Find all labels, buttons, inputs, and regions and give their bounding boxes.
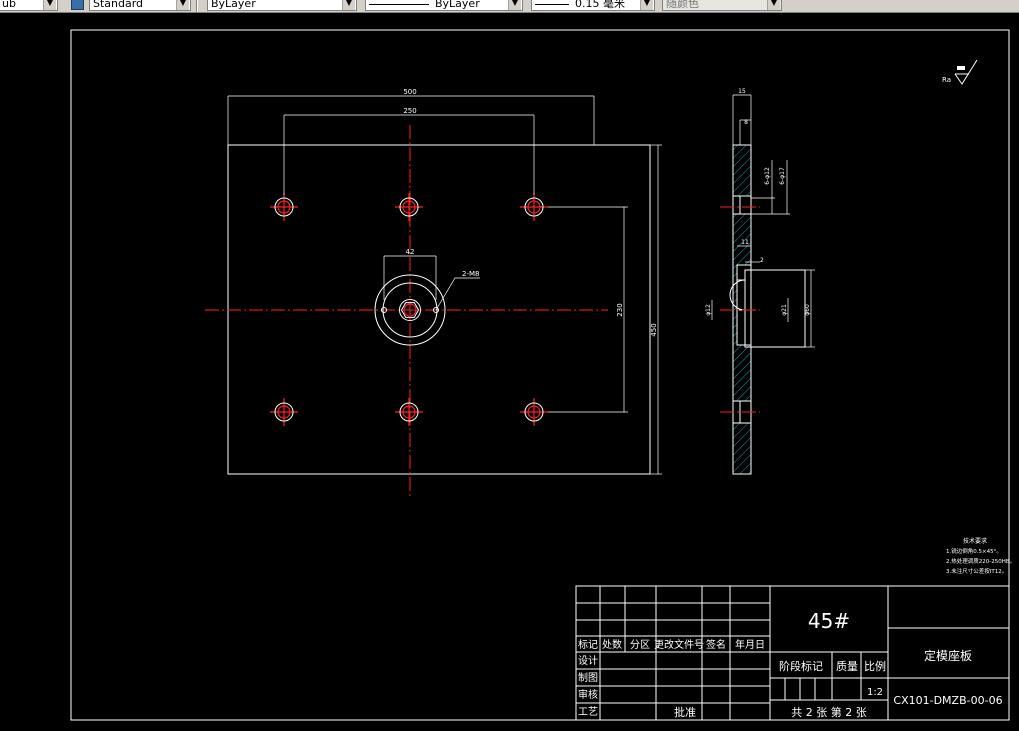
- linetype-combo[interactable]: ByLayer ▼: [365, 0, 523, 11]
- side-hub-bore: [736, 264, 752, 346]
- technical-requirements: 技术要求 1.锐边倒角0.5×45°。 2.热处理调质220-250HB。 3.…: [946, 537, 1015, 575]
- revision-header: 更改文件号: [654, 638, 704, 651]
- revision-header: 标记: [578, 639, 598, 651]
- dim-style-combo[interactable]: Standard ▼: [89, 0, 191, 11]
- chevron-down-icon[interactable]: ▼: [508, 0, 521, 10]
- text-style-value: ub: [2, 0, 16, 10]
- side-hole-top: [732, 195, 752, 215]
- dim-2-m8: 2-M8: [462, 270, 479, 278]
- approve-label: 批准: [674, 705, 696, 719]
- material-value: 45#: [808, 609, 850, 633]
- dim-d60: φ60: [804, 304, 811, 316]
- roughness-label: Ra: [942, 76, 951, 84]
- side-hub-boss: [744, 269, 806, 348]
- linetype-value: ByLayer: [435, 0, 480, 10]
- dim-d12: φ12: [705, 304, 712, 316]
- layer-color-combo[interactable]: ByLayer ▼: [207, 0, 357, 11]
- title-block: 标记 处数 分区 更改文件号 签名 年月日 设计制图审核工艺 45# 阶段标记 质量 比例…: [575, 585, 1010, 721]
- bolt-hole: [520, 398, 548, 426]
- lineweight-preview: [535, 3, 569, 5]
- dim-11: 11: [741, 239, 749, 246]
- bolt-hole: [270, 398, 298, 426]
- revision-header: 处数: [602, 638, 622, 651]
- bolt-hole: [395, 193, 423, 221]
- bolt-hole: [395, 398, 423, 426]
- dim-6-d17: 6-φ17: [779, 167, 786, 185]
- chevron-down-icon[interactable]: ▼: [640, 0, 653, 10]
- dim-6-d12: 6-φ12: [764, 167, 771, 185]
- drawing-border: [70, 29, 1010, 721]
- front-view: 500 250 42 2-M8 230 450: [205, 88, 662, 497]
- dim-15: 15: [738, 88, 746, 95]
- chevron-down-icon[interactable]: ▼: [342, 0, 355, 10]
- lineweight-value: 0.15 毫米: [575, 0, 625, 10]
- chevron-down-icon[interactable]: ▼: [43, 0, 56, 10]
- plot-style-combo[interactable]: 随颜色 ▼: [662, 0, 782, 11]
- tech-req-title: 技术要求: [963, 537, 987, 545]
- roughness-symbol: Ra: [942, 59, 978, 85]
- bolt-hole: [270, 193, 298, 221]
- tech-req-line-2: 2.热处理调质220-250HB。: [946, 557, 1015, 565]
- dim-500: 500: [403, 88, 416, 96]
- linetype-preview: [369, 3, 429, 5]
- drawing-canvas[interactable]: 500 250 42 2-M8 230 450 15 8 6-φ12 6-φ17…: [0, 13, 1019, 727]
- mass-label: 质量: [836, 660, 858, 673]
- plot-style-value: 随颜色: [666, 0, 699, 10]
- text-style-combo[interactable]: ub ▼: [0, 0, 58, 11]
- role-label: 设计: [578, 654, 598, 667]
- bolt-hole: [520, 193, 548, 221]
- dim-250: 250: [403, 107, 416, 115]
- dim-d21: φ21: [781, 304, 788, 316]
- dim-2: 2: [760, 257, 764, 264]
- chevron-down-icon[interactable]: ▼: [767, 0, 780, 10]
- sheet-count: 共 2 张 第 2 张: [791, 705, 866, 719]
- toolbar-separator: [196, 0, 198, 12]
- dim-42: 42: [406, 248, 415, 256]
- cad-drawing[interactable]: 500 250 42 2-M8 230 450 15 8 6-φ12 6-φ17…: [0, 13, 1019, 727]
- part-name: 定模座板: [924, 648, 972, 663]
- dim-8: 8: [744, 119, 748, 126]
- stage-label: 阶段标记: [779, 659, 823, 673]
- role-label: 制图: [578, 671, 598, 684]
- layer-color-value: ByLayer: [211, 0, 256, 10]
- role-label: 审核: [578, 688, 598, 701]
- role-label: 工艺: [578, 706, 598, 718]
- tech-req-line-1: 1.锐边倒角0.5×45°。: [946, 547, 1002, 555]
- dim-style-value: Standard: [93, 0, 144, 10]
- side-view: 15 8 6-φ12 6-φ17 11 2 φ12 φ21 φ60: [705, 88, 815, 475]
- dimension-style-icon[interactable]: [71, 0, 84, 10]
- revision-header: 年月日: [735, 638, 765, 651]
- tech-req-line-3: 3.未注尺寸公差按IT12。: [946, 567, 1007, 575]
- lineweight-combo[interactable]: 0.15 毫米 ▼: [531, 0, 655, 11]
- drawing-number: CX101-DMZB-00-06: [893, 694, 1002, 707]
- revision-header: 分区: [630, 639, 650, 651]
- dim-450: 450: [650, 323, 658, 336]
- properties-toolbar: ub ▼ Standard ▼ ByLayer ▼ ByLayer ▼ 0.15 毫米 ▼…: [0, 0, 1019, 13]
- scale-value: 1:2: [867, 687, 883, 698]
- chevron-down-icon[interactable]: ▼: [176, 0, 189, 10]
- dim-230: 230: [616, 303, 624, 316]
- scale-label: 比例: [864, 659, 886, 673]
- revision-header: 签名: [706, 638, 726, 651]
